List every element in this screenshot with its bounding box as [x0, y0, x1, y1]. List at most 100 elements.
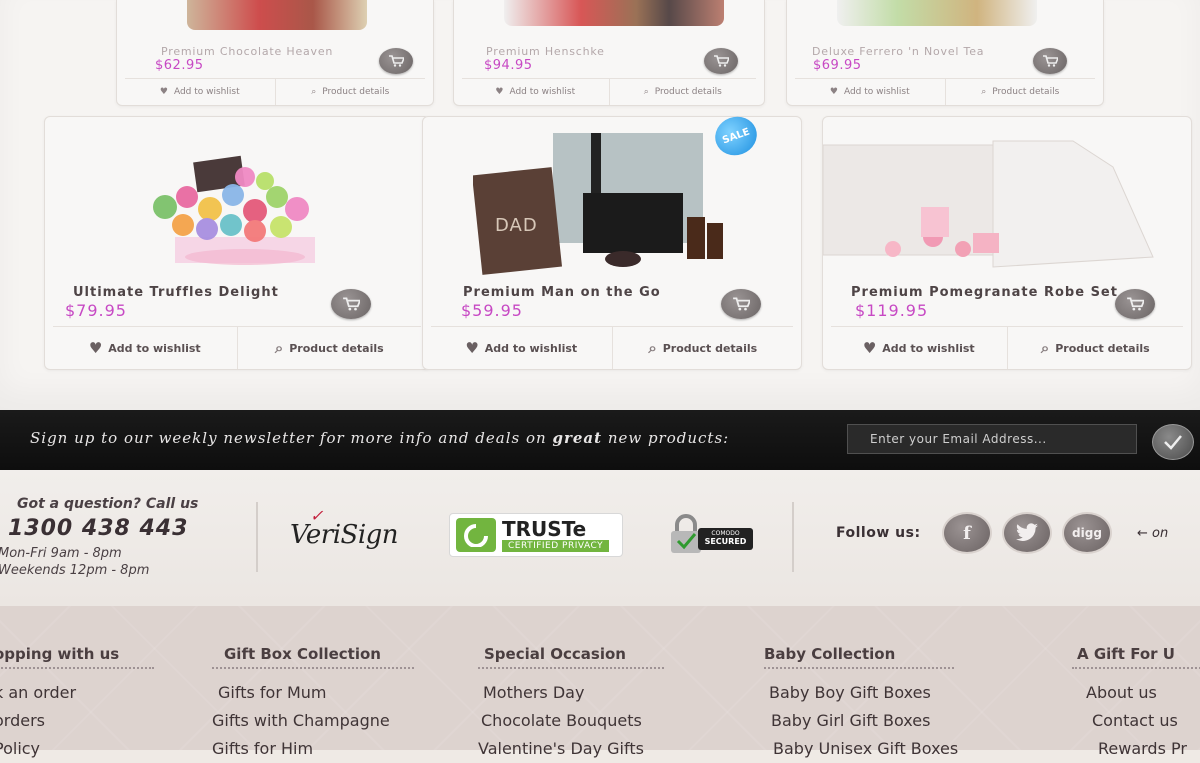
add-to-cart-button[interactable] [1033, 48, 1067, 74]
divider [256, 502, 258, 572]
heart-icon: ♥ [495, 87, 504, 97]
product-details-link[interactable]: ⌕ Product details [1006, 327, 1184, 369]
add-to-wishlist-link[interactable]: ♥ Add to wishlist [53, 327, 237, 369]
magnifier-icon: ⌕ [311, 87, 317, 97]
magnifier-icon: ⌕ [1040, 339, 1050, 357]
footer-link[interactable]: orders [0, 707, 154, 735]
footer-heading: Baby Collection [764, 645, 954, 669]
card-actions: ♥ Add to wishlist ⌕ Product details [462, 78, 756, 105]
comodo-badge[interactable]: COMODO SECURED [668, 514, 758, 554]
details-label: Product details [1055, 341, 1150, 355]
cart-icon [389, 55, 404, 67]
verisign-logo[interactable]: ✓ VeriSign [290, 506, 399, 550]
product-details-link[interactable]: ⌕ Product details [236, 327, 422, 369]
add-to-cart-button[interactable] [721, 289, 761, 319]
product-card[interactable]: Premium Henschke $94.95 ♥ Add to wishlist… [453, 0, 765, 106]
card-actions: ♥ Add to wishlist ⌕ Product details [125, 78, 425, 105]
add-to-wishlist-link[interactable]: ♥ Add to wishlist [462, 79, 609, 105]
comodo-line2: SECURED [704, 537, 747, 546]
wishlist-label: Add to wishlist [882, 341, 975, 355]
product-name[interactable]: Ultimate Truffles Delight [73, 285, 279, 300]
product-card[interactable]: Deluxe Ferrero 'n Novel Tea $69.95 ♥ Add … [786, 0, 1104, 106]
product-card[interactable]: Premium Chocolate Heaven $62.95 ♥ Add to … [116, 0, 434, 106]
card-actions: ♥ Add to wishlist ⌕ Product details [831, 326, 1183, 369]
footer-link[interactable]: Valentine's Day Gifts [478, 735, 664, 763]
footer-heading: opping with us [0, 645, 154, 669]
footer-heading: Gift Box Collection [212, 645, 414, 669]
product-details-link[interactable]: ⌕ Product details [274, 79, 426, 105]
product-details-link[interactable]: ⌕ Product details [608, 79, 757, 105]
footer-column-shopping: opping with us k an order orders Policy [0, 645, 154, 763]
twitter-button[interactable] [1002, 512, 1052, 554]
comodo-line1: COMODO [711, 530, 740, 537]
footer-link[interactable]: Gifts with Champagne [212, 707, 414, 735]
footer-link[interactable]: Baby Girl Gift Boxes [764, 707, 958, 735]
facebook-icon: f [963, 522, 971, 544]
add-to-wishlist-link[interactable]: ♥ Add to wishlist [795, 79, 945, 105]
wishlist-label: Add to wishlist [843, 87, 910, 97]
digg-button[interactable]: digg [1062, 512, 1112, 554]
product-grid: Premium Chocolate Heaven $62.95 ♥ Add to … [0, 0, 1200, 410]
newsletter-email-input[interactable] [847, 424, 1137, 454]
product-price: $119.95 [855, 301, 929, 320]
footer-link[interactable]: About us [1072, 679, 1200, 707]
contact-phone[interactable]: 1300 438 443 [8, 516, 188, 541]
product-image[interactable]: DAD [471, 131, 753, 281]
heart-icon: ♥ [88, 339, 103, 357]
add-to-cart-button[interactable] [1115, 289, 1155, 319]
product-image[interactable] [822, 137, 1183, 277]
footer-link[interactable]: Rewards Pr [1072, 735, 1200, 763]
newsletter-text-start: Sign up to our weekly newsletter for mor… [30, 429, 553, 447]
newsletter-bar: Sign up to our weekly newsletter for mor… [0, 410, 1200, 470]
product-details-link[interactable]: ⌕ Product details [611, 327, 794, 369]
footer-link[interactable]: Contact us [1072, 707, 1200, 735]
footer-link[interactable]: Gifts for Him [212, 735, 414, 763]
footer-link[interactable]: Mothers Day [478, 679, 664, 707]
wishlist-label: Add to wishlist [173, 87, 240, 97]
footer-link[interactable]: Policy [0, 735, 154, 763]
follow-arrow-note: ← on [1137, 526, 1169, 541]
product-image[interactable] [135, 137, 335, 277]
product-name[interactable]: Premium Pomegranate Robe Set [851, 285, 1118, 300]
product-image[interactable] [504, 0, 724, 26]
product-name[interactable]: Premium Chocolate Heaven [161, 45, 333, 58]
footer-heading: Special Occasion [478, 645, 664, 669]
truffle-bouquet-image [153, 155, 315, 265]
product-name[interactable]: Deluxe Ferrero 'n Novel Tea [812, 45, 984, 58]
add-to-wishlist-link[interactable]: ♥ Add to wishlist [125, 79, 275, 105]
add-to-cart-button[interactable] [704, 48, 738, 74]
verisign-label: VeriSign [290, 520, 399, 550]
footer-link[interactable]: k an order [0, 679, 154, 707]
product-image[interactable] [837, 0, 1037, 26]
add-to-wishlist-link[interactable]: ♥ Add to wishlist [831, 327, 1007, 369]
newsletter-submit-button[interactable] [1152, 424, 1194, 460]
truste-badge[interactable]: TRUSTe CERTIFIED PRIVACY [449, 513, 623, 557]
product-price: $69.95 [813, 58, 862, 73]
product-name[interactable]: Premium Man on the Go [463, 285, 661, 300]
newsletter-text: Sign up to our weekly newsletter for mor… [30, 429, 729, 447]
footer-link[interactable]: Chocolate Bouquets [478, 707, 664, 735]
facebook-button[interactable]: f [942, 512, 992, 554]
product-name[interactable]: Premium Henschke [486, 45, 605, 58]
sale-badge-label: SALE [720, 126, 752, 146]
add-to-cart-button[interactable] [331, 289, 371, 319]
footer-link[interactable]: Gifts for Mum [212, 679, 414, 707]
add-to-cart-button[interactable] [379, 48, 413, 74]
wishlist-label: Add to wishlist [484, 341, 578, 355]
product-card[interactable]: Ultimate Truffles Delight $79.95 ♥ Add to… [44, 116, 430, 370]
product-price: $62.95 [155, 58, 204, 73]
wishlist-label: Add to wishlist [108, 341, 201, 355]
footer-link[interactable]: Baby Unisex Gift Boxes [764, 735, 958, 763]
magnifier-icon: ⌕ [274, 339, 284, 357]
truste-subtitle: CERTIFIED PRIVACY [502, 540, 610, 552]
footer-column-baby-collection: Baby Collection Baby Boy Gift Boxes Baby… [764, 645, 958, 763]
product-card[interactable]: DAD SALE Premium Man on the Go $59.95 ♥ A… [422, 110, 802, 370]
product-price: $94.95 [484, 58, 533, 73]
twitter-icon [1016, 523, 1038, 541]
product-card[interactable]: Premium Pomegranate Robe Set $119.95 ♥ Ad… [822, 116, 1192, 370]
product-image[interactable] [187, 0, 367, 30]
footer-link[interactable]: Baby Boy Gift Boxes [764, 679, 958, 707]
add-to-wishlist-link[interactable]: ♥ Add to wishlist [431, 327, 612, 369]
heart-icon: ♥ [159, 87, 168, 97]
product-details-link[interactable]: ⌕ Product details [944, 79, 1096, 105]
